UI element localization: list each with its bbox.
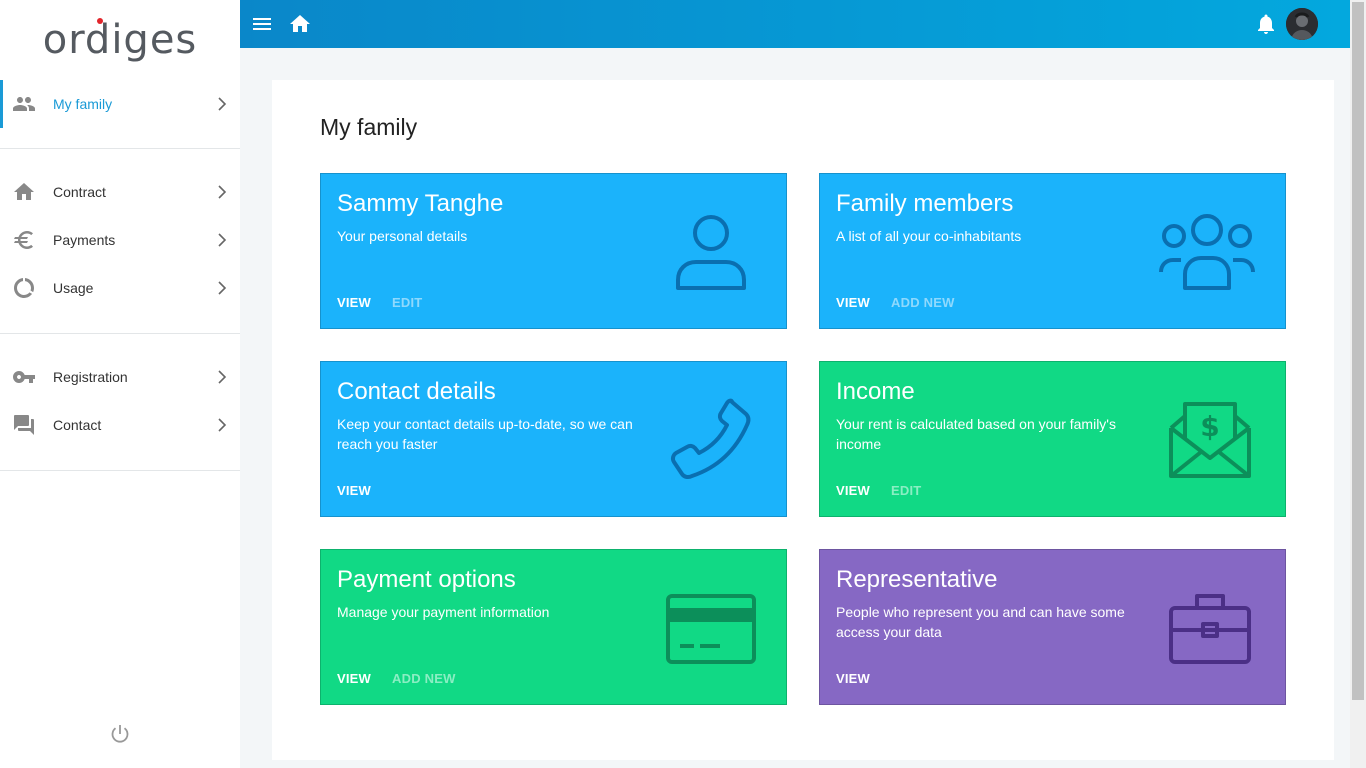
nav-divider <box>0 148 240 149</box>
main-panel: My family Sammy Tanghe Your personal det… <box>272 80 1334 760</box>
svg-text:$: $ <box>1200 410 1219 443</box>
chevron-right-icon <box>218 370 227 384</box>
sidebar-item-label: Contact <box>53 417 102 433</box>
logo[interactable]: ordiges <box>0 0 240 80</box>
card-description: Keep your contact details up-to-date, so… <box>337 416 633 452</box>
sidebar-item-my-family[interactable]: My family <box>0 80 240 128</box>
card-title: Family members <box>836 190 1014 217</box>
card-actions: VIEW ADD NEW <box>836 295 955 310</box>
add-new-button[interactable]: ADD NEW <box>891 295 955 310</box>
card-title: Income <box>836 378 915 405</box>
page-title: My family <box>320 114 418 140</box>
donut-chart-icon <box>14 278 34 298</box>
card-actions: VIEW EDIT <box>836 483 921 498</box>
chat-icon <box>14 415 34 435</box>
sidebar-item-usage[interactable]: Usage <box>0 264 240 312</box>
card-payment-options: Payment options Manage your payment info… <box>320 549 787 705</box>
top-bar <box>240 0 1350 48</box>
credit-card-icon <box>666 594 756 664</box>
card-representative: Representative People who represent you … <box>819 549 1286 705</box>
view-button[interactable]: VIEW <box>337 483 371 498</box>
add-new-button[interactable]: ADD NEW <box>392 671 456 686</box>
card-actions: VIEW <box>337 483 371 498</box>
power-icon[interactable] <box>108 722 132 746</box>
view-button[interactable]: VIEW <box>337 295 371 310</box>
people-icon <box>13 97 35 111</box>
card-description: Manage your payment information <box>337 604 550 620</box>
card-description: A list of all your co-inhabitants <box>836 228 1022 244</box>
card-personal-details: Sammy Tanghe Your personal details VIEW … <box>320 173 787 329</box>
sidebar-item-contract[interactable]: Contract <box>0 168 240 216</box>
home-icon[interactable] <box>288 12 312 36</box>
edit-button[interactable]: EDIT <box>891 483 921 498</box>
card-actions: VIEW ADD NEW <box>337 671 456 686</box>
sidebar-item-payments[interactable]: Payments <box>0 216 240 264</box>
card-title: Contact details <box>337 378 496 405</box>
view-button[interactable]: VIEW <box>337 671 371 686</box>
menu-icon[interactable] <box>250 12 274 36</box>
key-icon <box>13 371 35 383</box>
card-description: People who represent you and can have so… <box>836 604 1125 640</box>
view-button[interactable]: VIEW <box>836 671 870 686</box>
briefcase-icon <box>1169 594 1251 664</box>
sidebar-item-label: Registration <box>53 369 128 385</box>
sidebar: ordiges My family Contract Payments Usag… <box>0 0 240 768</box>
nav-divider <box>0 333 240 334</box>
edit-button[interactable]: EDIT <box>392 295 422 310</box>
euro-icon <box>14 231 33 249</box>
card-actions: VIEW <box>836 671 870 686</box>
scrollbar-thumb[interactable] <box>1352 2 1364 700</box>
chevron-right-icon <box>218 233 227 247</box>
chevron-right-icon <box>218 418 227 432</box>
card-description: Your personal details <box>337 228 468 244</box>
nav-divider <box>0 470 240 471</box>
nav-group-account: Contract Payments Usage <box>0 168 240 312</box>
card-title: Sammy Tanghe <box>337 190 504 217</box>
avatar[interactable] <box>1286 8 1318 40</box>
sidebar-item-label: Payments <box>53 232 116 248</box>
nav-group-primary: My family <box>0 80 240 128</box>
sidebar-item-registration[interactable]: Registration <box>0 353 240 401</box>
card-description: Your rent is calculated based on your fa… <box>836 416 1116 452</box>
sidebar-item-contact[interactable]: Contact <box>0 401 240 449</box>
sidebar-item-label: My family <box>53 96 113 112</box>
avatar-image <box>1286 8 1318 40</box>
view-button[interactable]: VIEW <box>836 295 870 310</box>
logo-letter-o: o <box>42 17 69 63</box>
chevron-right-icon <box>218 97 227 111</box>
card-actions: VIEW EDIT <box>337 295 422 310</box>
chevron-right-icon <box>218 281 227 295</box>
scrollbar[interactable] <box>1350 0 1366 768</box>
card-title: Payment options <box>337 566 516 593</box>
card-title: Representative <box>836 566 998 593</box>
home-icon <box>14 183 34 200</box>
sidebar-item-label: Usage <box>53 280 94 296</box>
group-icon <box>1159 214 1255 290</box>
logo-dot <box>97 18 103 24</box>
card-family-members: Family members A list of all your co-inh… <box>819 173 1286 329</box>
bell-icon[interactable] <box>1254 12 1278 36</box>
user-icon <box>676 215 746 290</box>
nav-group-support: Registration Contact <box>0 353 240 449</box>
sidebar-item-label: Contract <box>53 184 106 200</box>
chevron-right-icon <box>218 185 227 199</box>
view-button[interactable]: VIEW <box>836 483 870 498</box>
money-envelope-icon: $ <box>1169 402 1251 478</box>
logo-text: rdiges <box>68 17 198 63</box>
card-contact-details: Contact details Keep your contact detail… <box>320 361 787 517</box>
phone-icon <box>670 398 751 480</box>
card-income: Income Your rent is calculated based on … <box>819 361 1286 517</box>
